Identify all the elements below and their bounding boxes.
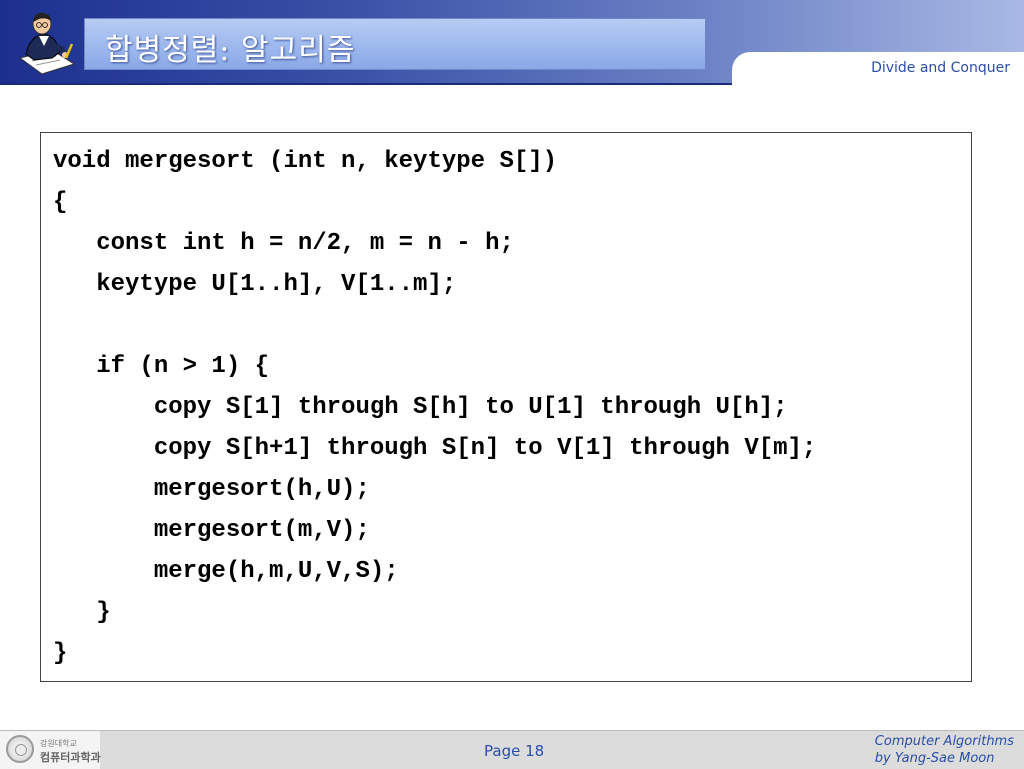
code-line: { [53,189,68,216]
code-line: } [53,640,68,667]
page-number: Page 18 [484,742,545,760]
university-name: 강원대학교 [40,739,77,748]
code-line: copy S[1] through S[h] to U[1] through U… [53,394,788,421]
university-logo: 강원대학교 컴퓨터과학과 [0,731,101,769]
slide-footer: 강원대학교 컴퓨터과학과 Page 18 Computer Algorithms… [0,730,1024,769]
code-line: merge(h,m,U,V,S); [53,558,399,585]
code-line: if (n > 1) { [53,353,270,380]
slide-title-box: 합병정렬: 알고리즘 [84,18,706,70]
code-line: mergesort(m,V); [53,517,370,544]
code-line: void mergesort (int n, keytype S[]) [53,148,558,175]
slide-header: 합병정렬: 알고리즘 Divide and Conquer [0,0,1024,85]
course-credit: Computer Algorithms by Yang-Sae Moon [875,733,1014,767]
slide-title: 합병정렬: 알고리즘 [105,33,356,68]
department-name: 컴퓨터과학과 [40,751,101,764]
code-block: void mergesort (int n, keytype S[]) { co… [40,132,972,682]
code-line: } [53,599,111,626]
code-line: mergesort(h,U); [53,476,370,503]
credit-course: Computer Algorithms [874,734,1014,749]
code-line: keytype U[1..h], V[1..m]; [53,271,457,298]
code-line: const int h = n/2, m = n - h; [53,230,514,257]
section-subtitle: Divide and Conquer [871,60,1010,76]
professor-writing-icon [18,12,76,75]
university-seal-icon [6,735,34,763]
credit-author: by Yang-Sae Moon [874,751,995,766]
code-line: copy S[h+1] through S[n] to V[1] through… [53,435,817,462]
